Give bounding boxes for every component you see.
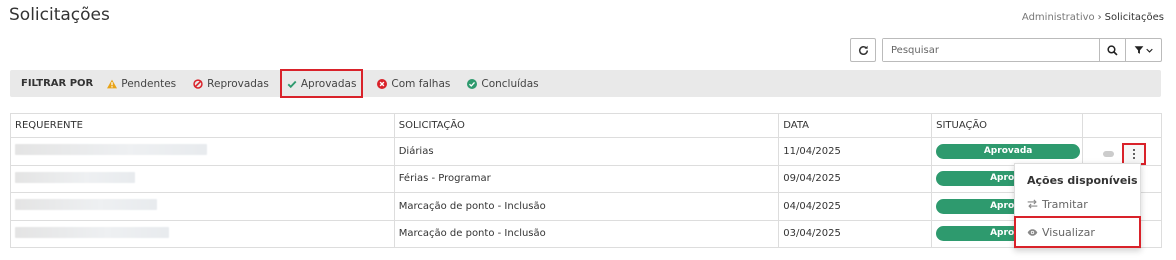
search-button[interactable] [1099, 39, 1125, 61]
filter-pendentes-label: Pendentes [121, 77, 177, 90]
table-row[interactable]: Marcação de ponto - Inclusão 03/04/2025 … [10, 220, 1162, 248]
check-icon [287, 79, 297, 89]
search-input[interactable] [883, 39, 1099, 61]
cell-solicitacao: Férias - Programar [393, 165, 779, 193]
refresh-icon [858, 45, 868, 55]
row-actions-button[interactable] [1122, 143, 1146, 165]
row-actions [1103, 143, 1146, 165]
redacted-name [15, 144, 207, 156]
chevron-down-icon [1146, 48, 1153, 53]
cell-requerente [10, 137, 395, 166]
filter-bar: FILTRAR POR Pendentes Reprovadas Aprovad… [10, 69, 1161, 98]
menu-item-tramitar[interactable]: Tramitar [1015, 192, 1140, 216]
table-row[interactable]: Diárias 11/04/2025 Aprovada [10, 137, 1162, 166]
kebab-dot-icon [1133, 149, 1135, 151]
filter-com-falhas-label: Com falhas [391, 77, 451, 90]
cell-data: 04/04/2025 [778, 192, 932, 221]
warning-icon [107, 79, 118, 89]
cell-data: 11/04/2025 [778, 137, 932, 166]
kebab-dot-icon [1133, 157, 1135, 159]
cell-requerente [10, 192, 395, 221]
column-header-data[interactable]: DATA [778, 113, 932, 138]
cell-actions [1082, 137, 1162, 166]
breadcrumb-item-current: Solicitações [1104, 12, 1164, 23]
requests-table: REQUERENTE SOLICITAÇÃO DATA SITUAÇÃO Diá… [10, 113, 1162, 248]
filter-label: FILTRAR POR [21, 78, 94, 89]
filter-reprovadas[interactable]: Reprovadas [190, 73, 272, 94]
column-header-solicitacao[interactable]: SOLICITAÇÃO [393, 113, 779, 138]
exchange-icon [1027, 199, 1038, 209]
filter-dropdown-button[interactable] [1125, 39, 1161, 61]
redacted-name [15, 171, 135, 183]
actions-dropdown: Ações disponíveis Tramitar Visualizar [1014, 163, 1141, 249]
filter-pendentes[interactable]: Pendentes [104, 73, 179, 94]
filter-reprovadas-label: Reprovadas [207, 77, 269, 90]
cell-requerente [10, 220, 395, 248]
redacted-name [15, 226, 169, 238]
refresh-button[interactable] [850, 38, 876, 62]
cell-data: 03/04/2025 [778, 220, 932, 248]
menu-item-visualizar-label: Visualizar [1042, 225, 1095, 239]
cell-solicitacao: Marcação de ponto - Inclusão [393, 192, 779, 221]
filter-aprovadas[interactable]: Aprovadas [279, 69, 364, 98]
cell-solicitacao: Diárias [393, 137, 779, 166]
kebab-dot-icon [1133, 153, 1135, 155]
filter-concluidas-label: Concluídas [481, 77, 539, 90]
cell-data: 09/04/2025 [778, 165, 932, 193]
column-header-actions [1082, 113, 1162, 138]
column-header-situacao[interactable]: SITUAÇÃO [931, 113, 1083, 138]
filter-aprovadas-label: Aprovadas [300, 77, 357, 90]
actions-dropdown-title: Ações disponíveis [1027, 174, 1138, 187]
toggle-switch[interactable] [1103, 151, 1114, 157]
search-icon [1107, 44, 1118, 56]
cell-requerente [10, 165, 395, 193]
table-row[interactable]: Marcação de ponto - Inclusão 04/04/2025 … [10, 192, 1162, 221]
menu-item-visualizar[interactable]: Visualizar [1014, 216, 1141, 248]
check-circle-icon [467, 78, 478, 89]
table-row[interactable]: Férias - Programar 09/04/2025 Aprova [10, 165, 1162, 193]
ban-icon [193, 78, 203, 89]
error-circle-icon [377, 78, 388, 89]
filter-concluidas[interactable]: Concluídas [464, 73, 541, 94]
cell-solicitacao: Marcação de ponto - Inclusão [393, 220, 779, 248]
cell-situacao: Aprovada [931, 137, 1083, 166]
eye-icon [1027, 228, 1038, 236]
filter-icon [1134, 46, 1144, 54]
toolbar [850, 38, 1162, 62]
table-header-row: REQUERENTE SOLICITAÇÃO DATA SITUAÇÃO [10, 113, 1162, 138]
menu-item-tramitar-label: Tramitar [1042, 197, 1088, 211]
chevron-right-icon: › [1097, 12, 1102, 23]
column-header-requerente[interactable]: REQUERENTE [10, 113, 395, 138]
search-group [882, 38, 1162, 62]
redacted-name [15, 199, 157, 211]
page-title: Solicitações [9, 5, 110, 25]
status-badge: Aprovada [936, 143, 1081, 159]
breadcrumb-item-administrativo[interactable]: Administrativo [1022, 12, 1095, 23]
breadcrumb: Administrativo › Solicitações [1022, 12, 1164, 23]
filter-com-falhas[interactable]: Com falhas [374, 73, 453, 94]
